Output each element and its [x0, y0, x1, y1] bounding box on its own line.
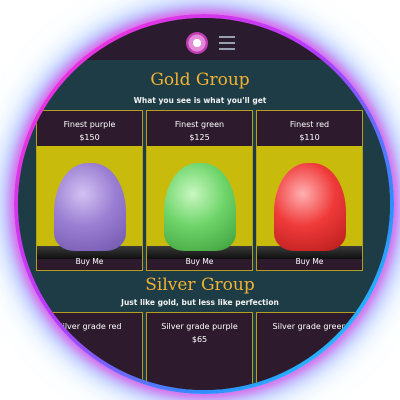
product-price: $125 — [189, 133, 210, 142]
buy-me-button[interactable]: Buy Me — [257, 257, 362, 266]
product-name: Finest green — [174, 120, 225, 129]
buy-me-button[interactable]: Buy Me — [37, 257, 142, 266]
buy-me-button[interactable]: Buy Me — [147, 257, 252, 266]
silver-group-title: Silver Group — [145, 275, 255, 295]
hamburger-menu-icon[interactable] — [219, 36, 235, 50]
product-name: Finest red — [289, 120, 330, 129]
product-image — [147, 146, 252, 259]
product-card: Finest purple $150 Buy Me — [36, 110, 143, 271]
product-card: Finest green $125 Buy Me — [146, 110, 253, 271]
product-price: $110 — [299, 133, 320, 142]
page-content: Gold Group What you see is what you'll g… — [18, 18, 390, 390]
logo-icon[interactable] — [186, 32, 208, 54]
product-image — [37, 146, 142, 259]
silver-group-subtitle: Just like gold, but less like perfection — [121, 298, 279, 307]
product-name: Silver grade green — [272, 322, 347, 331]
product-card: Finest red $110 Buy Me — [256, 110, 363, 271]
product-name: Silver grade purple — [161, 322, 238, 331]
gold-group-title: Gold Group — [150, 70, 250, 90]
product-price: $65 — [191, 335, 208, 344]
top-navigation — [18, 18, 390, 60]
circular-frame: Gold Group What you see is what you'll g… — [14, 14, 394, 394]
product-card: Silver grade green — [256, 312, 363, 390]
product-name: Finest purple — [63, 120, 116, 129]
product-card: Silver grade red — [36, 312, 143, 390]
product-price: $150 — [79, 133, 100, 142]
product-name: Silver grade red — [57, 322, 122, 331]
gold-group-subtitle: What you see is what you'll get — [133, 96, 267, 105]
product-image — [257, 146, 362, 259]
product-card: Silver grade purple $65 — [146, 312, 253, 390]
